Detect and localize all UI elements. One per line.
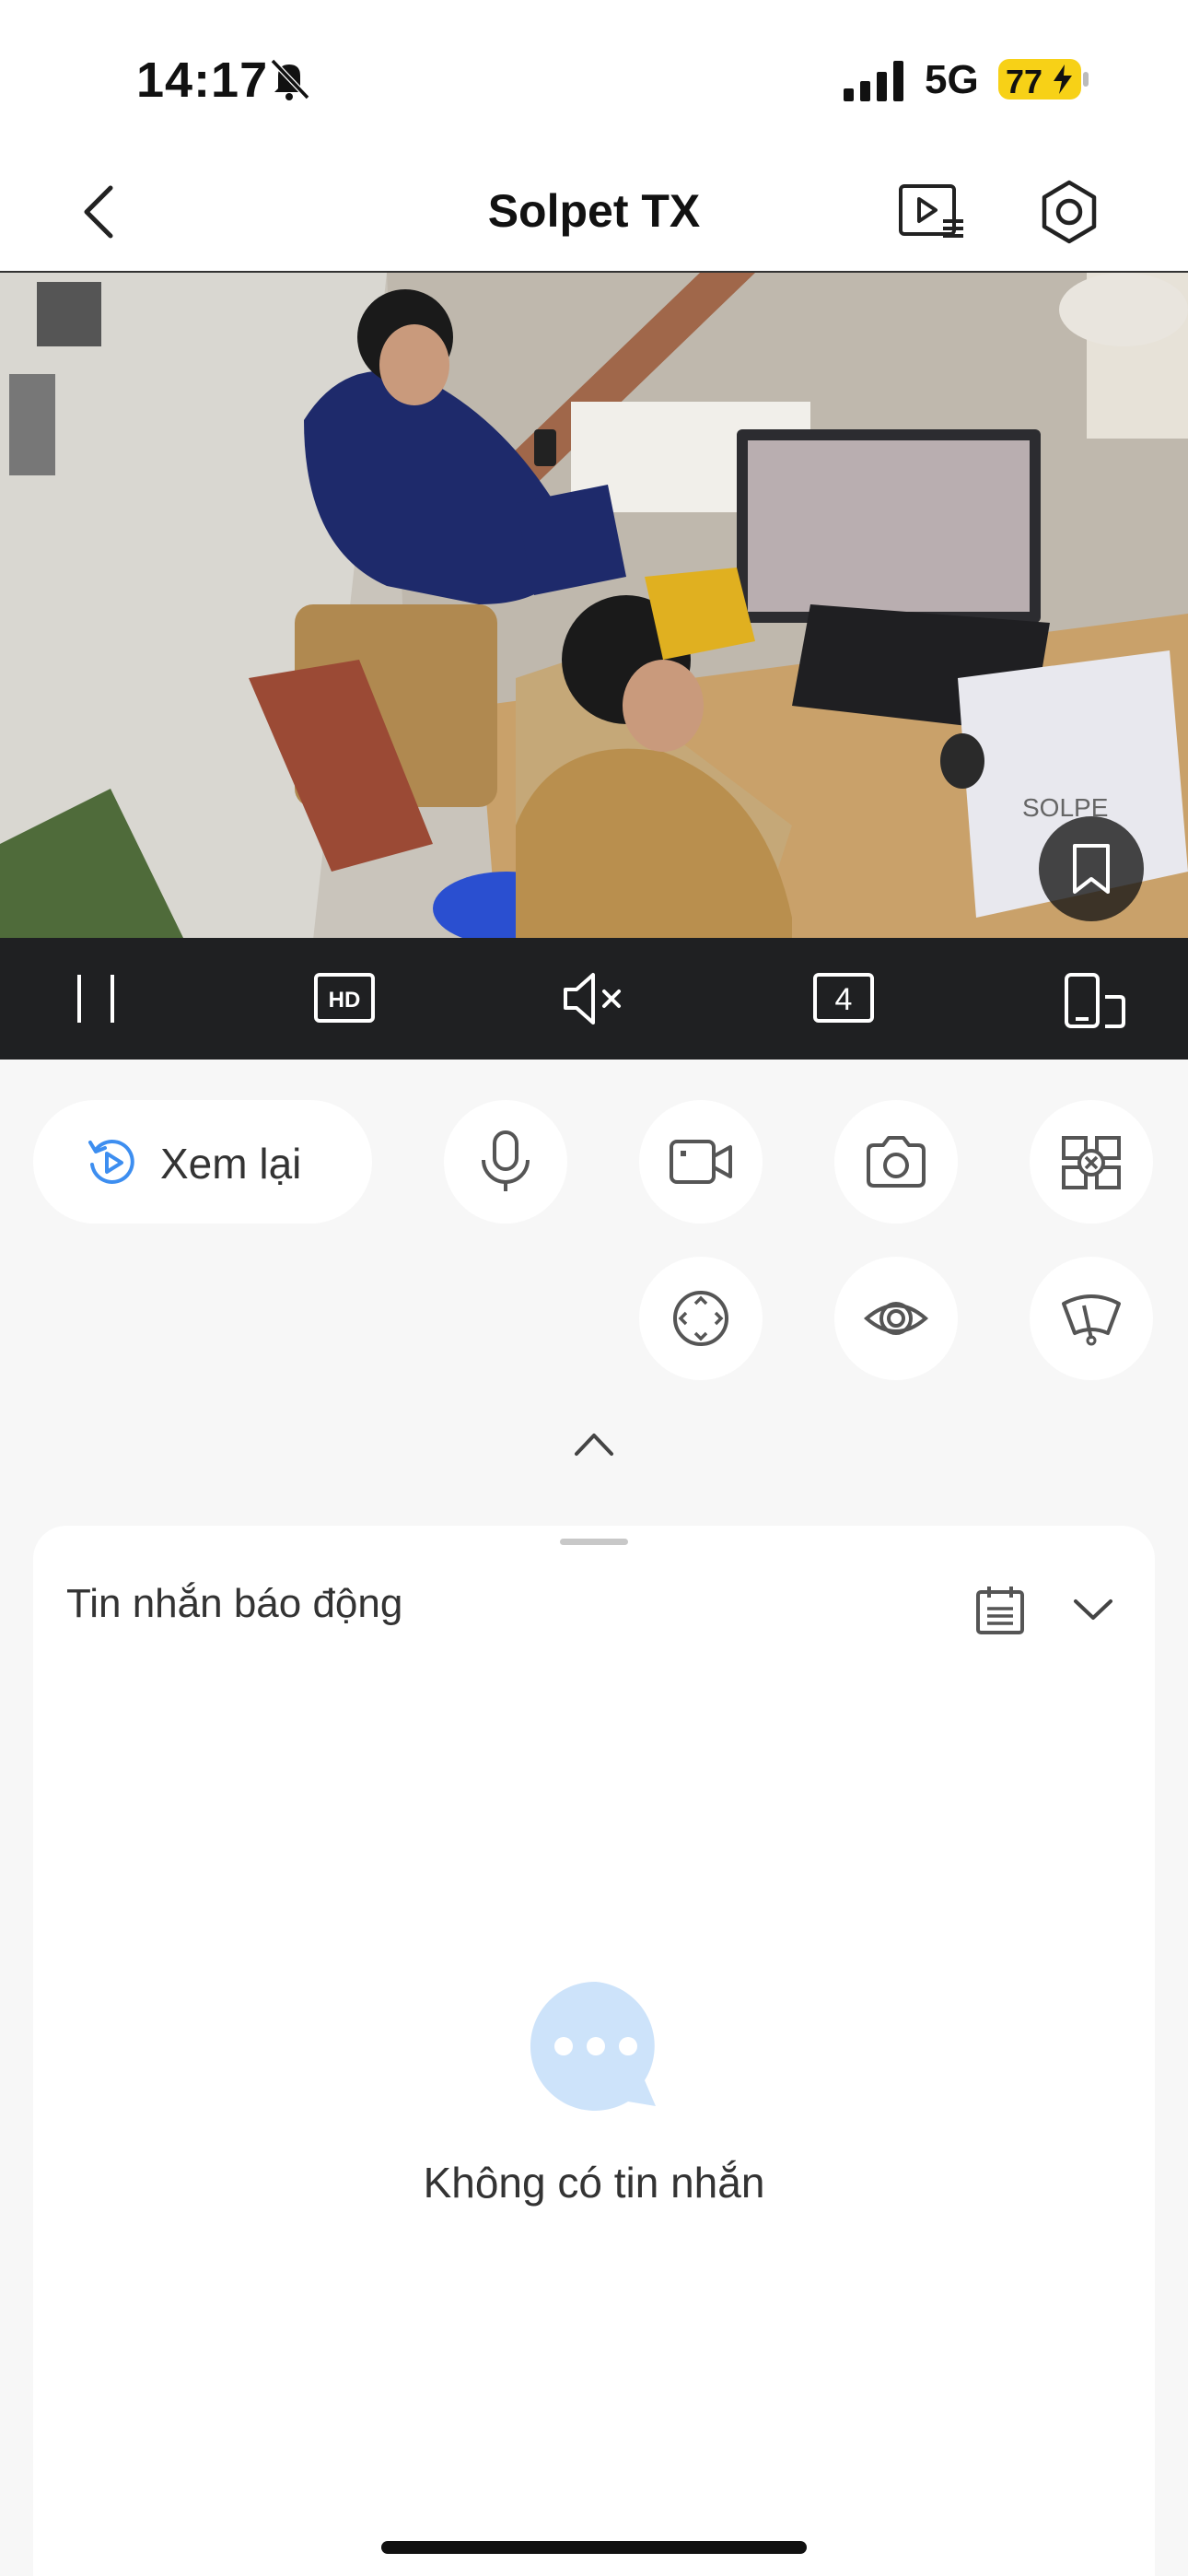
status-time: 14:17 [136, 53, 269, 108]
split-count: 4 [834, 982, 853, 1017]
camera-live-view[interactable]: SOLPE [0, 271, 1188, 940]
hd-quality-button[interactable]: HD [313, 966, 376, 1032]
camera-frame-image: SOLPE [0, 273, 1188, 940]
bell-off-icon [270, 58, 310, 100]
split-screen-button[interactable]: 4 [812, 966, 875, 1032]
drag-handle[interactable] [560, 1539, 628, 1545]
grid-close-icon [1062, 1136, 1121, 1189]
microphone-icon [482, 1130, 530, 1191]
camera-icon [867, 1136, 926, 1188]
alarm-messages-panel: Tin nhắn báo động Không có tin nhắn [33, 1526, 1155, 2576]
replay-icon [88, 1140, 134, 1184]
eye-icon [863, 1302, 929, 1335]
wiper-icon [1062, 1294, 1121, 1346]
bookmark-button[interactable] [1039, 816, 1144, 921]
calendar-icon[interactable] [974, 1585, 1026, 1636]
nav-bar: Solpet TX [0, 157, 1188, 271]
network-type: 5G [925, 57, 979, 102]
replay-label: Xem lại [160, 1140, 302, 1188]
mute-speaker-icon[interactable] [560, 966, 628, 1032]
player-toolbar: HD 4 [0, 938, 1188, 1060]
settings-gear-icon[interactable] [1037, 177, 1101, 247]
cellular-signal-icon [844, 61, 903, 101]
page-title: Solpet TX [487, 185, 701, 237]
privacy-mode-button[interactable] [834, 1257, 958, 1380]
controls-area: Xem lại [0, 1060, 1188, 1520]
alarm-messages-title: Tin nhắn báo động [66, 1581, 403, 1626]
bookmark-icon [1073, 844, 1110, 894]
battery-tip [1083, 72, 1089, 87]
playback-list-icon[interactable] [897, 177, 967, 247]
ptz-control-button[interactable] [639, 1257, 763, 1380]
ptz-direction-icon [673, 1291, 728, 1346]
wiper-button[interactable] [1030, 1257, 1153, 1380]
empty-chat-bubble-icon [530, 1981, 656, 2111]
rotate-screen-icon[interactable] [1063, 966, 1127, 1032]
empty-message-text: Không có tin nhắn [423, 2159, 765, 2207]
record-video-button[interactable] [639, 1100, 763, 1224]
multi-view-button[interactable] [1030, 1100, 1153, 1224]
snapshot-button[interactable] [834, 1100, 958, 1224]
hd-label: HD [328, 988, 361, 1013]
home-indicator[interactable] [381, 2541, 807, 2554]
battery-indicator: 77 [998, 59, 1081, 100]
video-camera-icon [670, 1140, 732, 1184]
microphone-button[interactable] [444, 1100, 567, 1224]
charging-bolt-icon [1054, 64, 1072, 94]
battery-level: 77 [1006, 63, 1043, 100]
replay-button[interactable]: Xem lại [33, 1100, 372, 1224]
chevron-down-icon[interactable] [1072, 1596, 1114, 1623]
pause-icon[interactable] [70, 966, 122, 1032]
collapse-up-chevron-icon[interactable] [573, 1428, 615, 1459]
status-bar: 14:17 5G 77 [0, 0, 1188, 157]
